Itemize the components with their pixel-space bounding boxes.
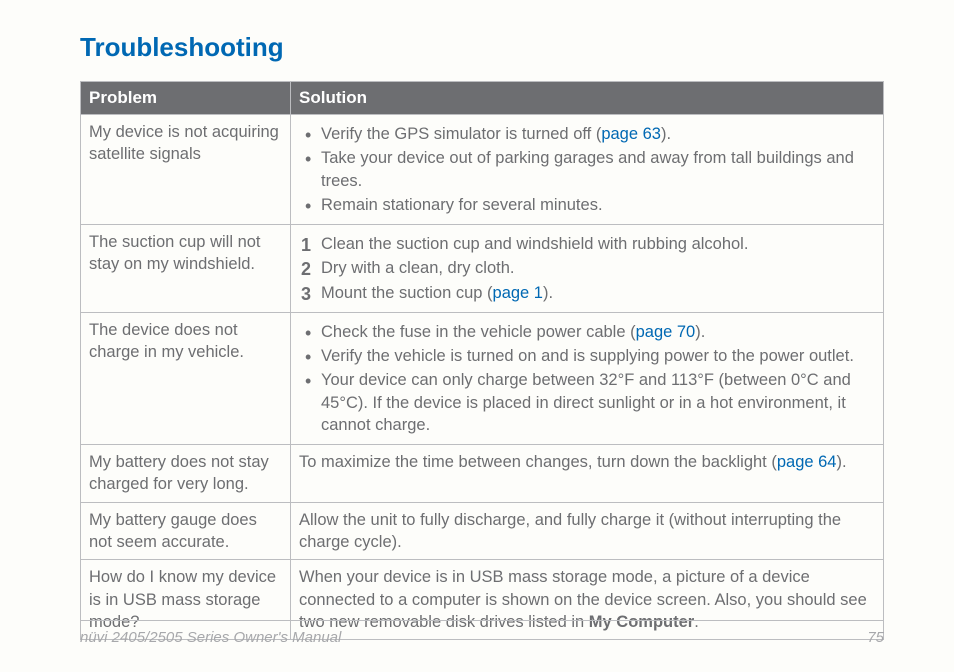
list-item: Clean the suction cup and windshield wit… [299,233,875,255]
list-item: Verify the GPS simulator is turned off (… [299,123,875,145]
problem-cell: My battery gauge does not seem accurate. [81,502,291,560]
footer-manual-title: nüvi 2405/2505 Series Owner's Manual [80,629,341,646]
list-item: Dry with a clean, dry cloth. [299,257,875,279]
col-header-problem: Problem [81,82,291,115]
page-link[interactable]: page 64 [777,453,837,471]
list-item: Take your device out of parking garages … [299,147,875,192]
solution-cell: Allow the unit to fully discharge, and f… [291,502,884,560]
manual-page: { "title": "Troubleshooting", "headers":… [0,0,954,672]
list-item: Check the fuse in the vehicle power cabl… [299,321,875,343]
list-item: Verify the vehicle is turned on and is s… [299,345,875,367]
list-item: Remain stationary for several minutes. [299,194,875,216]
solution-cell: Verify the GPS simulator is turned off (… [291,115,884,225]
text: ). [543,284,553,302]
text: ). [837,453,847,471]
problem-cell: The suction cup will not stay on my wind… [81,225,291,313]
problem-cell: My device is not acquiring satellite sig… [81,115,291,225]
solution-cell: Check the fuse in the vehicle power cabl… [291,312,884,444]
problem-cell: The device does not charge in my vehicle… [81,312,291,444]
table-header-row: Problem Solution [81,82,884,115]
text: Check the fuse in the vehicle power cabl… [321,323,636,341]
text: Mount the suction cup ( [321,284,493,302]
table-row: The device does not charge in my vehicle… [81,312,884,444]
page-link[interactable]: page 1 [493,284,543,302]
problem-cell: My battery does not stay charged for ver… [81,445,291,503]
troubleshooting-table: Problem Solution My device is not acquir… [80,81,884,640]
text: ). [695,323,705,341]
col-header-solution: Solution [291,82,884,115]
table-row: My battery does not stay charged for ver… [81,445,884,503]
page-footer: nüvi 2405/2505 Series Owner's Manual 75 [80,620,884,646]
list-item: Your device can only charge between 32°F… [299,369,875,436]
text: ). [661,125,671,143]
table-row: My battery gauge does not seem accurate.… [81,502,884,560]
page-link[interactable]: page 63 [601,125,661,143]
solution-cell: To maximize the time between changes, tu… [291,445,884,503]
table-row: The suction cup will not stay on my wind… [81,225,884,313]
list-item: Mount the suction cup (page 1). [299,282,875,304]
page-title: Troubleshooting [80,32,884,63]
table-row: My device is not acquiring satellite sig… [81,115,884,225]
page-link[interactable]: page 70 [636,323,696,341]
footer-page-number: 75 [867,629,884,646]
solution-cell: Clean the suction cup and windshield wit… [291,225,884,313]
text: To maximize the time between changes, tu… [299,453,777,471]
text: Verify the GPS simulator is turned off ( [321,125,601,143]
